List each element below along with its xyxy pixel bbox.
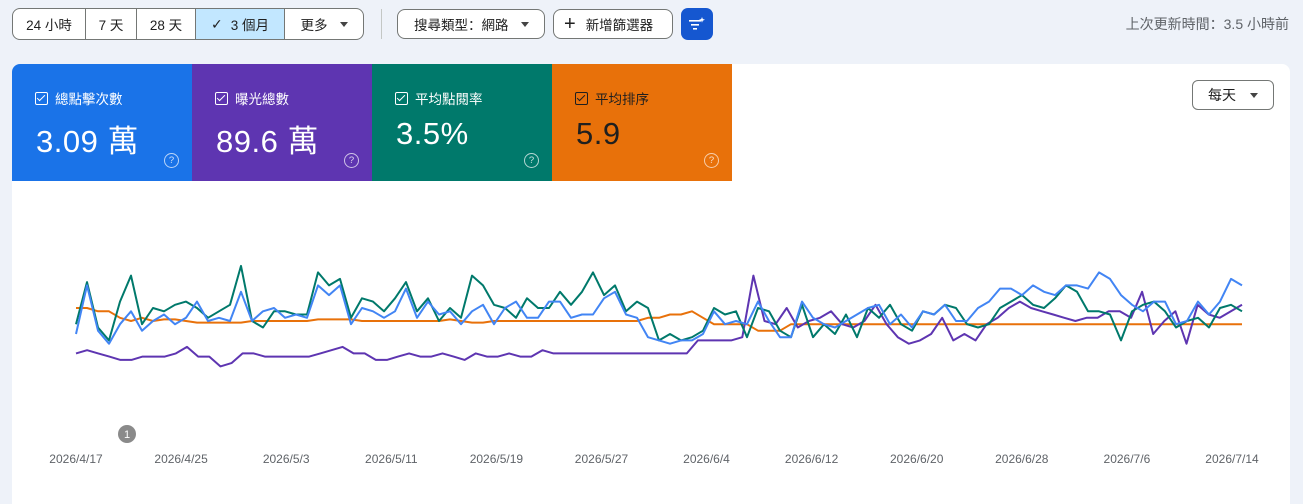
help-icon[interactable]: ? xyxy=(344,153,359,168)
range-more[interactable]: 更多 xyxy=(285,9,363,39)
add-filter-label: 新增篩選器 xyxy=(585,18,654,33)
search-type-label: 搜尋類型：網路 xyxy=(414,18,509,33)
range-more-label: 更多 xyxy=(300,18,328,33)
check-icon: ✓ xyxy=(211,15,223,32)
range-24h-label: 24 小時 xyxy=(26,18,72,33)
granularity-dropdown[interactable]: 每天 xyxy=(1192,80,1274,110)
series-line-3 xyxy=(75,264,1243,342)
x-axis-tick-label: 2026/7/6 xyxy=(1104,452,1151,466)
x-axis-tick-label: 2026/6/12 xyxy=(785,452,839,466)
metric-tile-position[interactable]: 平均排序 5.9 ? xyxy=(552,64,732,181)
toolbar: 24 小時 7 天 28 天 ✓ 3 個月 更多 搜尋類型：網路 + 新增篩選器 xyxy=(12,8,713,40)
checkbox-icon xyxy=(575,91,588,105)
checkbox-icon xyxy=(215,91,228,105)
metric-label: 總點擊次數 xyxy=(35,88,123,108)
metric-tile-ctr[interactable]: 平均點閱率 3.5% ? xyxy=(372,64,552,181)
last-updated-text: 上次更新時間：3.5 小時前 xyxy=(1125,16,1289,32)
checkbox-icon xyxy=(395,91,408,105)
annotation-marker-label: 1 xyxy=(124,429,130,441)
metric-value: 3.5% xyxy=(396,116,469,151)
help-icon[interactable]: ? xyxy=(164,153,179,168)
plus-icon: + xyxy=(564,13,576,35)
dropdown-caret-icon xyxy=(1250,92,1258,98)
range-3m[interactable]: ✓ 3 個月 xyxy=(196,9,285,39)
x-axis-tick-label: 2026/5/27 xyxy=(575,452,629,466)
help-icon[interactable]: ? xyxy=(524,153,539,168)
metric-value: 89.6 萬 xyxy=(216,124,319,159)
metric-label: 曝光總數 xyxy=(215,88,289,108)
x-axis-tick-label: 2026/4/17 xyxy=(49,452,103,466)
range-28d[interactable]: 28 天 xyxy=(137,9,196,39)
series-line-1 xyxy=(75,271,1243,345)
metric-value: 5.9 xyxy=(576,116,621,151)
dropdown-caret-icon xyxy=(520,21,529,27)
help-icon[interactable]: ? xyxy=(704,153,719,168)
performance-card: 2026/4/17 2026/4/25 2026/5/3 2026/5/11 2026/… xyxy=(12,64,1290,504)
range-7d[interactable]: 7 天 xyxy=(86,9,137,39)
x-axis-tick-label: 2026/6/28 xyxy=(995,452,1049,466)
x-axis-tick-label: 2026/6/4 xyxy=(683,452,730,466)
search-type-button[interactable]: 搜尋類型：網路 xyxy=(397,9,545,39)
date-range-selector: 24 小時 7 天 28 天 ✓ 3 個月 更多 xyxy=(12,8,364,40)
granularity-label: 每天 xyxy=(1208,87,1236,103)
x-axis-tick-label: 2026/4/25 xyxy=(154,452,208,466)
metric-label-text: 總點擊次數 xyxy=(55,92,123,107)
metric-label: 平均點閱率 xyxy=(395,88,483,108)
dropdown-caret-icon xyxy=(339,21,348,27)
x-axis-tick-label: 2026/7/14 xyxy=(1205,452,1259,466)
metric-label: 平均排序 xyxy=(575,88,649,108)
range-7d-label: 7 天 xyxy=(98,18,124,33)
range-3m-label: 3 個月 xyxy=(230,18,269,33)
metric-tile-impressions[interactable]: 曝光總數 89.6 萬 ? xyxy=(192,64,372,181)
x-axis-tick-label: 2026/5/11 xyxy=(365,452,418,466)
metric-label-text: 平均點閱率 xyxy=(415,92,483,107)
metric-tiles: 總點擊次數 3.09 萬 ? 曝光總數 89.6 萬 ? 平均點閱率 3.5% … xyxy=(12,64,732,181)
range-24h[interactable]: 24 小時 xyxy=(13,9,86,39)
filter-settings-button[interactable] xyxy=(681,8,713,40)
filter-sparkle-icon xyxy=(689,17,705,30)
metric-tile-clicks[interactable]: 總點擊次數 3.09 萬 ? xyxy=(12,64,192,181)
x-axis-tick-label: 2026/5/19 xyxy=(470,452,524,466)
metric-value: 3.09 萬 xyxy=(36,124,139,159)
x-axis-tick-label: 2026/5/3 xyxy=(263,452,310,466)
range-28d-label: 28 天 xyxy=(149,18,183,33)
add-filter-button[interactable]: + 新增篩選器 xyxy=(553,9,673,39)
x-axis-tick-label: 2026/6/20 xyxy=(890,452,944,466)
divider xyxy=(381,9,382,39)
metric-label-text: 曝光總數 xyxy=(235,92,289,107)
checkbox-icon xyxy=(35,91,48,105)
metric-label-text: 平均排序 xyxy=(595,92,649,107)
